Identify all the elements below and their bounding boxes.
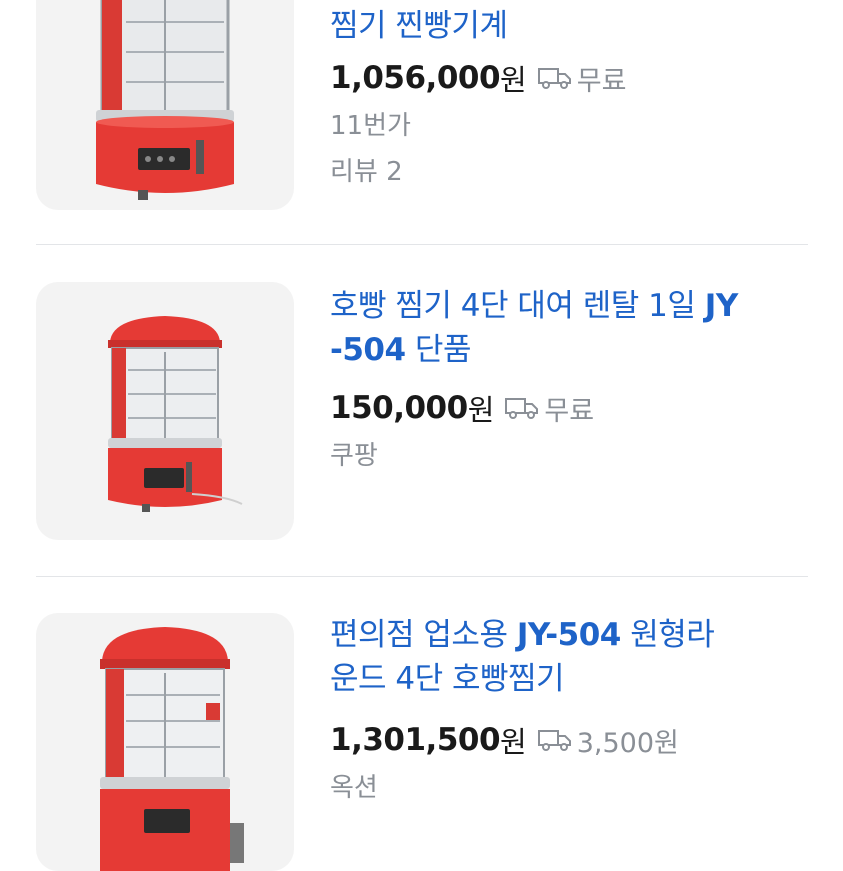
truck-icon: [537, 68, 571, 89]
seller-name: 11번가: [330, 111, 411, 141]
divider: [36, 576, 808, 577]
shipping-info: 무료: [504, 389, 594, 428]
review-count[interactable]: 리뷰 2: [330, 152, 403, 192]
steamer-image: [100, 627, 244, 871]
steamer-image: [108, 316, 243, 512]
currency: 원: [500, 63, 527, 97]
steamer-image: [96, 0, 234, 200]
seller-name: 옥션: [330, 773, 378, 803]
product-title[interactable]: 호빵 찜기 4단 대여 렌탈 1일 JY -504 단품: [330, 284, 810, 372]
product-thumbnail[interactable]: [36, 613, 294, 871]
price-row: 1,056,000 원 무료: [330, 56, 626, 100]
truck-icon: [505, 398, 539, 419]
shipping-info: 무료: [537, 59, 627, 98]
price-row: 150,000 원 무료: [330, 386, 594, 430]
shipping-info: 3,500원: [537, 721, 679, 760]
truck-icon: [537, 730, 571, 751]
product-title[interactable]: 편의점 업소용 JY-504 원형라 운드 4단 호빵찜기: [330, 613, 810, 701]
seller-name: 쿠팡: [330, 441, 378, 471]
product-thumbnail[interactable]: [36, 0, 294, 210]
currency: 원: [500, 725, 527, 759]
shipping-text: 3,500원: [576, 727, 679, 759]
divider: [36, 244, 808, 245]
product-title[interactable]: 찜기 찐빵기계: [330, 4, 810, 48]
shipping-text: 무료: [576, 65, 627, 97]
price: 1,056,000: [330, 60, 501, 96]
price: 150,000: [330, 390, 468, 426]
price: 1,301,500: [330, 722, 501, 758]
product-thumbnail[interactable]: [36, 282, 294, 540]
currency: 원: [467, 393, 495, 427]
price-row: 1,301,500 원 3,500원: [330, 718, 679, 762]
shipping-text: 무료: [544, 395, 595, 427]
